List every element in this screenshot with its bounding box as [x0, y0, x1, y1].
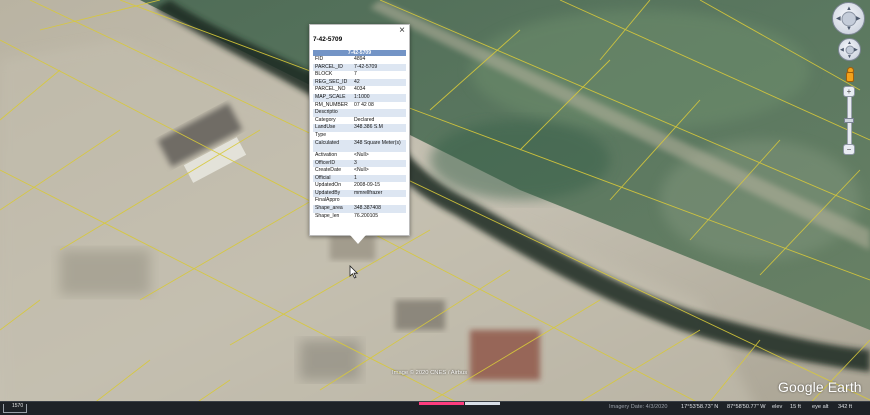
attribute-row: MAP_SCALE 1:1000	[313, 93, 406, 102]
attribute-row: BLOCK 7	[313, 71, 406, 79]
imagery-date: Imagery Date: 4/3/2020	[609, 404, 668, 410]
pegman-icon[interactable]	[845, 67, 854, 82]
attribute-row: Type	[313, 132, 406, 140]
attribute-value: 7	[354, 71, 357, 78]
attribute-value	[352, 132, 406, 140]
attribute-key: Type	[315, 131, 327, 138]
attribute-row: PARCEL_NO 4034	[313, 86, 406, 94]
zoom-in-icon[interactable]: +	[843, 86, 855, 97]
attribute-key: RM_NUMBER	[315, 101, 348, 108]
attribute-row: Category Declared	[313, 117, 406, 125]
attribute-value: mmrellfrazer	[352, 189, 406, 198]
elevation-value: 15 ft	[790, 404, 801, 410]
latitude: 17°53'58.73" N	[681, 404, 719, 410]
attribute-key: BLOCK	[315, 71, 333, 78]
attribute-key: PARCEL_NO	[315, 86, 346, 93]
attribute-row: OfficerID 3	[313, 159, 406, 168]
popup-pointer	[350, 235, 366, 244]
attribute-key: CreateDate	[315, 167, 342, 174]
google-earth-logo: Google Earth	[778, 379, 862, 395]
attribute-key: PARCEL_ID	[313, 63, 352, 72]
attribute-table: 7-42-5709 FID 4894 PARCEL_ID 7-42-5709 BLOCK…	[313, 50, 406, 220]
attribute-value: <Null>	[354, 151, 369, 158]
attribute-value: 76.200105	[354, 212, 379, 219]
attribute-value: 3	[352, 159, 406, 168]
attribute-row: FinalAppro	[313, 197, 406, 205]
attribute-key: Activation	[315, 151, 338, 158]
attribute-row: RM_NUMBER 07 42 08	[313, 102, 406, 110]
attribute-row: CreateDate <Null>	[313, 167, 406, 175]
attribute-row: UpdatedBy mmrellfrazer	[313, 189, 406, 198]
attribute-row: PARCEL_ID 7-42-5709	[313, 63, 406, 72]
attribute-key: LandUse	[313, 124, 352, 132]
attribute-value: 1:1000	[352, 93, 406, 102]
attribute-key: FinalAppro	[315, 197, 340, 204]
attribute-key: REG_SEC_ID	[313, 78, 352, 87]
satellite-map[interactable]	[0, 0, 870, 414]
attribute-value: 348.386 S.M	[352, 124, 406, 132]
zoom-slider-thumb[interactable]	[844, 118, 854, 123]
zoom-out-icon[interactable]: −	[843, 144, 855, 155]
attribute-row: Activation <Null>	[313, 152, 406, 160]
look-around-icon[interactable]: ▲ ▼ ◀ ▶	[832, 2, 865, 35]
cursor-arrow-icon	[349, 265, 359, 279]
attribute-key: Official	[313, 174, 352, 183]
parcel-info-popup: 7-42-5709 × 7-42-5709 FID 4894 PARCEL_ID 7-…	[309, 24, 410, 244]
attribute-key: UpdatedBy	[313, 189, 352, 198]
attribute-row: UpdatedOn 2008-09-15	[313, 182, 406, 190]
attribute-value: 4894	[354, 56, 366, 62]
close-icon[interactable]: ×	[399, 26, 405, 36]
elevation-label: elev	[772, 404, 783, 410]
attribute-key: MAP_SCALE	[313, 93, 352, 102]
attribute-value: <Null>	[354, 167, 369, 174]
scale-legend: 1570	[3, 403, 27, 413]
attribute-value: 2008-09-15	[354, 182, 381, 189]
attribute-key: Shape_len	[315, 212, 340, 219]
attribute-key: FID	[315, 56, 324, 62]
attribute-row: Descriptio	[313, 109, 406, 117]
longitude: 87°58'50.77" W	[727, 404, 766, 410]
attribute-key: OfficerID	[313, 159, 352, 168]
attribute-value: 07 42 08	[354, 101, 374, 108]
attribute-row: Shape_len 76.200105	[313, 213, 406, 221]
zoom-slider[interactable]: + −	[843, 86, 855, 155]
attribute-key: Category	[315, 116, 336, 123]
attribute-value: 42	[352, 78, 406, 87]
attribute-value: Declared	[354, 116, 375, 123]
attribute-value	[352, 197, 406, 205]
attribute-value: 348.387408	[352, 205, 406, 213]
attribute-row: REG_SEC_ID 42	[313, 78, 406, 87]
attribute-row: Calculated 348 Square Meter(s)	[313, 139, 406, 152]
streaming-progress-track	[465, 402, 500, 405]
attribute-value	[352, 109, 406, 117]
attribute-key: UpdatedOn	[315, 182, 342, 189]
attribute-key: Shape_area	[313, 205, 352, 213]
attribute-value: 4034	[354, 86, 366, 93]
attribute-row: Shape_area 348.387408	[313, 205, 406, 213]
imagery-copyright: Image © 2020 CNES / Airbus	[392, 370, 468, 376]
attribute-key: Calculated	[313, 139, 352, 152]
attribute-row: LandUse 348.386 S.M	[313, 124, 406, 132]
eye-altitude-label: eye alt	[812, 404, 829, 410]
attribute-row: Official 1	[313, 174, 406, 183]
streaming-progress	[419, 402, 464, 405]
attribute-key: Descriptio	[313, 109, 352, 117]
popup-title: 7-42-5709	[313, 36, 343, 43]
attribute-value: 7-42-5709	[352, 63, 406, 72]
move-pan-icon[interactable]: ▲ ▼ ◀ ▶	[838, 38, 861, 61]
eye-altitude-value: 342 ft	[838, 404, 852, 410]
attribute-row: FID 4894	[313, 56, 406, 64]
attribute-value: 1	[352, 174, 406, 183]
status-bar: 1570 Imagery Date: 4/3/2020 17°53'58.73"…	[0, 401, 870, 415]
attribute-value: 348 Square Meter(s)	[352, 139, 406, 152]
